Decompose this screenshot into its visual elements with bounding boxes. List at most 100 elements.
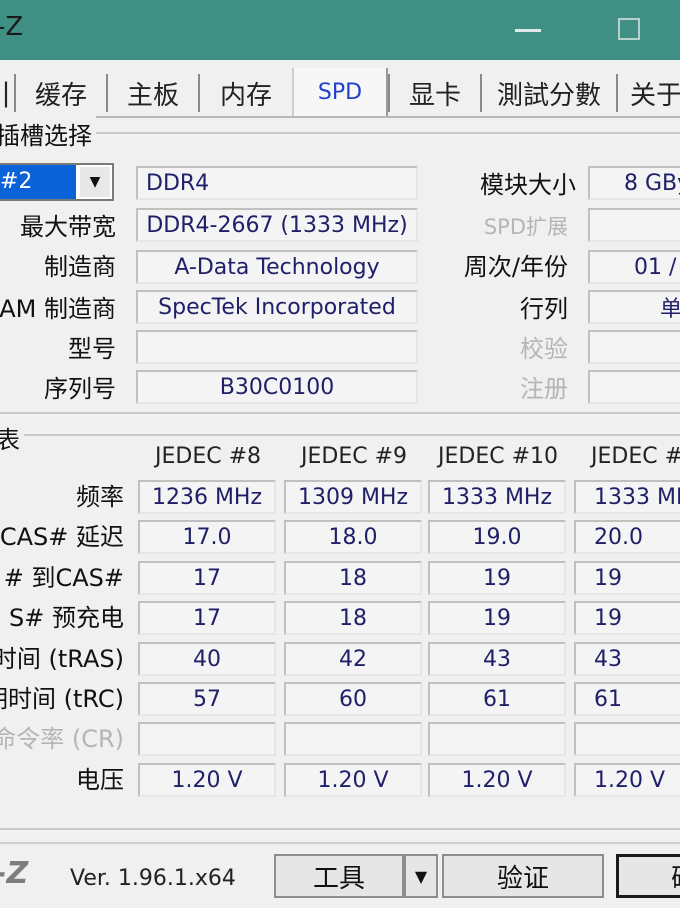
manufacturer-label: 制造商 [44, 253, 116, 281]
registered-label: 注册 [520, 375, 568, 403]
tab-graphics[interactable]: 显卡 [388, 74, 480, 112]
part-number-field [136, 330, 418, 364]
timing-cell [284, 722, 422, 756]
timing-row-label: CAS# 延迟 [0, 523, 124, 551]
timing-cell: 17 [138, 561, 276, 595]
dram-manufacturer-field: SpecTek Incorporated [136, 290, 418, 324]
spd-ext-label: SPD扩展 [483, 215, 568, 239]
timing-cell [138, 722, 276, 756]
timing-cell: 17.0 [138, 520, 276, 554]
version-text: Ver. 1.96.1.x64 [70, 866, 236, 891]
validate-button-label: 验证 [496, 863, 549, 894]
tab-memory[interactable]: 内存 [198, 74, 292, 112]
timing-cell: 1333 MH [574, 480, 680, 514]
tab-spd[interactable]: SPD [292, 68, 388, 116]
slot-select-value: #2 [0, 165, 76, 199]
timing-cell: 1.20 V [284, 763, 422, 797]
timing-cell [428, 722, 566, 756]
timing-cell: 19 [428, 561, 566, 595]
timing-row-label: 频率 [76, 483, 124, 511]
chevron-down-icon[interactable]: ▼ [80, 167, 110, 197]
timing-column-header: JEDEC #8 [154, 444, 261, 469]
serial-number-label: 序列号 [44, 375, 116, 403]
slot-group-legend: 插槽选择 [0, 116, 96, 151]
ok-button-label: 确 [671, 858, 680, 895]
tab-label: 显卡 [408, 80, 461, 111]
spd-ext-field [588, 208, 680, 242]
tab-bench[interactable]: 測試分數 [480, 74, 616, 112]
timing-cell: 1.20 V [138, 763, 276, 797]
max-bandwidth-field: DDR4-2667 (1333 MHz) [136, 208, 418, 242]
module-size-label: 模块大小 [480, 171, 576, 199]
tab-caches[interactable]: 缓存 [14, 74, 106, 112]
tools-dropdown-button[interactable]: ▼ [404, 854, 438, 898]
timing-cell: 1.20 V [428, 763, 566, 797]
module-size-field: 8 GBy [588, 166, 680, 200]
timing-cell: 18 [284, 601, 422, 635]
maximize-icon[interactable] [618, 18, 640, 40]
timing-cell: 19 [574, 561, 680, 595]
window-title: -Z [0, 12, 24, 42]
timing-cell: 57 [138, 682, 276, 716]
ranks-label: 行列 [520, 295, 568, 323]
tab-label: 内存 [219, 80, 272, 111]
timing-cell: 18.0 [284, 520, 422, 554]
tools-button-label: 工具 [312, 863, 365, 894]
app-logo: -Z [0, 856, 29, 891]
timing-row-label: 命令率 (CR) [0, 725, 124, 753]
timing-cell: 1309 MHz [284, 480, 422, 514]
tab-mainboard[interactable]: 主板 [106, 74, 198, 112]
tab-divider [0, 116, 680, 118]
part-number-label: 型号 [68, 335, 116, 363]
tab-cpu[interactable]: | [0, 74, 12, 112]
tab-label: SPD [317, 79, 363, 105]
caret-down-icon: ▼ [414, 866, 428, 886]
correction-field [588, 330, 680, 364]
timing-row-label: 电压 [76, 766, 124, 794]
correction-label: 校验 [520, 335, 568, 363]
timing-cell: 1236 MHz [138, 480, 276, 514]
timing-cell: 61 [574, 682, 680, 716]
week-year-field: 01 / [588, 250, 680, 284]
timing-cell: 20.0 [574, 520, 680, 554]
timing-row-label: # 到CAS# [3, 564, 124, 592]
title-bar: -Z [0, 0, 680, 60]
timing-column-header: JEDEC #9 [300, 444, 407, 469]
tab-label: 缓存 [34, 80, 87, 111]
timing-row-label: 时间 (tRAS) [0, 645, 124, 673]
timings-group-legend: 表 [0, 420, 24, 455]
timing-cell: 60 [284, 682, 422, 716]
tab-about[interactable]: 关于 [616, 74, 680, 112]
timing-cell: 17 [138, 601, 276, 635]
tab-label: 測試分數 [496, 80, 601, 111]
tab-bar: | 缓存 主板 内存 SPD 显卡 測試分數 关于 [0, 60, 680, 118]
ok-button[interactable]: 确 [616, 854, 680, 898]
timing-cell: 40 [138, 642, 276, 676]
timing-column-header: JEDEC #10 [437, 444, 558, 469]
slot-select[interactable]: #2 ▼ [0, 163, 114, 201]
timing-row-label: S# 预充电 [9, 604, 124, 632]
serial-number-field: B30C0100 [136, 370, 418, 404]
timing-cell: 1.20 V [574, 763, 680, 797]
tools-button[interactable]: 工具 [274, 854, 404, 898]
minimize-icon[interactable] [515, 29, 541, 32]
registered-field [588, 370, 680, 404]
ranks-field: 单 [588, 290, 680, 324]
manufacturer-field: A-Data Technology [136, 250, 418, 284]
tab-label: | [1, 78, 11, 108]
timing-cell: 43 [574, 642, 680, 676]
max-bandwidth-label: 最大带宽 [20, 213, 116, 241]
timing-column-header: JEDEC #1 [590, 444, 680, 469]
timing-cell [574, 722, 680, 756]
timing-cell: 61 [428, 682, 566, 716]
dram-manufacturer-label: AM 制造商 [0, 295, 116, 323]
timing-cell: 19 [574, 601, 680, 635]
timing-cell: 42 [284, 642, 422, 676]
week-year-label: 周次/年份 [463, 253, 568, 281]
tab-label: 主板 [126, 80, 179, 111]
tab-label: 关于 [630, 80, 680, 111]
timing-row-label: 期时间 (tRC) [0, 685, 124, 713]
validate-button[interactable]: 验证 [442, 854, 604, 898]
timing-cell: 1333 MHz [428, 480, 566, 514]
timing-cell: 18 [284, 561, 422, 595]
